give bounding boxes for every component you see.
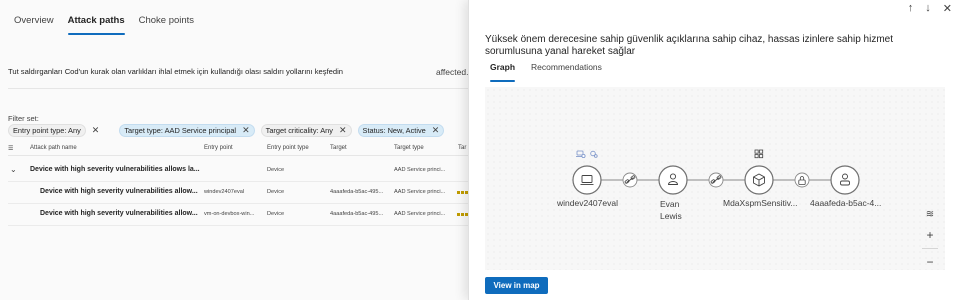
link-icon[interactable] — [622, 172, 638, 188]
filter-chips: Entry point type: Any ✕ Target type: AAD… — [8, 124, 445, 137]
page-description: Tut saldırganları Cod'un kurak olan varl… — [8, 67, 344, 76]
cell-target-type: AAD Service princi... — [394, 167, 446, 173]
filter-chip-status[interactable]: Status: New, Active ✕ — [357, 124, 445, 137]
zoom-in-button[interactable]: + — [922, 228, 938, 242]
chevron-down-icon[interactable]: ⌄ — [10, 165, 17, 174]
filter-set-label: Filter set: — [8, 114, 39, 123]
filter-chip-label: Status: New, Active — [362, 126, 426, 135]
divider — [8, 88, 468, 89]
graph-canvas — [572, 149, 860, 195]
vulnerability-badge-icon[interactable] — [576, 150, 586, 159]
close-icon[interactable]: ✕ — [242, 126, 250, 135]
cell-path-name: Device with high severity vulnerabilitie… — [40, 188, 198, 195]
tab-overview[interactable]: Overview — [14, 15, 54, 35]
column-header[interactable]: Tar — [458, 145, 466, 151]
table-group-row[interactable]: ⌄ Device with high severity vulnerabilit… — [8, 160, 468, 182]
arrow-up-icon[interactable]: ↑ — [908, 2, 914, 15]
tab-attack-paths[interactable]: Attack paths — [67, 15, 125, 35]
tab-choke-points[interactable]: Choke points — [139, 15, 194, 35]
attack-path-graph[interactable]: windev2407eval Evan Lewis MdaXspmSensiti… — [485, 87, 945, 270]
close-icon[interactable]: ✕ — [92, 124, 100, 137]
group-name: Device with high severity vulnerabilitie… — [30, 166, 200, 173]
layers-icon[interactable]: ≋ — [922, 208, 938, 222]
panel-title: Yüksek önem derecesine sahip güvenlik aç… — [485, 34, 893, 57]
link-icon[interactable] — [708, 172, 724, 188]
tab-graph[interactable]: Graph — [490, 62, 516, 82]
panel-tabs: Graph Recommendations — [490, 62, 602, 82]
graph-node-service-principal[interactable] — [830, 165, 860, 195]
cell-entry-point: windev2407eval — [204, 189, 245, 195]
filter-chip-target-criticality[interactable]: Target criticality: Any ✕ — [260, 124, 352, 137]
column-header[interactable]: Entry point type — [267, 145, 309, 151]
close-icon[interactable]: ✕ — [943, 2, 952, 15]
cell-target: 4aaafeda-b5ac-495... — [330, 189, 384, 195]
cell-path-name: Device with high severity vulnerabilitie… — [40, 210, 198, 217]
attack-path-detail-panel: ↑ ↓ ✕ Yüksek önem derecesine sahip güven… — [468, 0, 960, 300]
cell-entry-point: vm-on-devbox-win... — [204, 211, 255, 217]
filter-chip-target-type[interactable]: Target type: AAD Service principal ✕ — [119, 124, 255, 137]
cell-target: 4aaafeda-b5ac-495... — [330, 211, 384, 217]
column-header[interactable]: Attack path name — [30, 145, 77, 151]
graph-node-device[interactable] — [572, 165, 602, 195]
arrow-down-icon[interactable]: ↓ — [925, 2, 931, 15]
node-label: Evan Lewis — [660, 199, 682, 221]
cell-entry-type: Device — [267, 189, 285, 195]
table-row[interactable]: Device with high severity vulnerabilitie… — [8, 182, 468, 204]
page-tabs: Overview Attack paths Choke points — [14, 15, 194, 35]
criticality-indicator — [457, 213, 468, 216]
criticality-indicator — [457, 191, 468, 194]
attack-paths-page: Overview Attack paths Choke points Tut s… — [0, 0, 468, 300]
panel-controls: ↑ ↓ ✕ — [908, 2, 952, 15]
node-label: windev2407eval — [557, 198, 618, 208]
column-header[interactable]: Entry point — [204, 145, 233, 151]
filter-chip-label: Entry point type: Any — [13, 126, 81, 135]
close-icon[interactable]: ✕ — [432, 126, 440, 135]
close-icon[interactable]: ✕ — [339, 126, 347, 135]
node-label: MdaXspmSensitiv... — [723, 198, 798, 208]
lock-icon[interactable] — [794, 172, 810, 188]
filter-chip-entry-point-type[interactable]: Entry point type: Any — [8, 124, 86, 137]
table-header: ☰ Attack path name Entry point Entry poi… — [8, 142, 468, 156]
list-icon[interactable]: ☰ — [8, 145, 13, 152]
view-in-map-button[interactable]: View in map — [485, 277, 548, 294]
graph-node-user[interactable] — [658, 165, 688, 195]
cell-entry-type: Device — [267, 211, 285, 217]
filter-chip-label: Target type: AAD Service principal — [124, 126, 237, 135]
zoom-controls: ≋ + − — [922, 208, 938, 269]
column-header[interactable]: Target — [330, 145, 347, 151]
cell-target-type: AAD Service princi... — [394, 189, 446, 195]
graph-node-resource[interactable] — [744, 165, 774, 195]
grid-badge-icon[interactable] — [754, 149, 764, 159]
column-header[interactable]: Target type — [394, 145, 424, 151]
node-label: 4aaafeda-b5ac-4... — [810, 198, 882, 208]
tab-recommendations[interactable]: Recommendations — [531, 62, 602, 82]
cell-entry-type: Device — [267, 167, 285, 173]
exposure-badge-icon[interactable] — [590, 150, 598, 158]
table-row[interactable]: Device with high severity vulnerabilitie… — [8, 204, 468, 226]
filter-chip-label: Target criticality: Any — [265, 126, 333, 135]
affected-text: affected. — [436, 67, 468, 77]
cell-target-type: AAD Service princi... — [394, 211, 446, 217]
zoom-out-button[interactable]: − — [922, 255, 938, 269]
divider — [922, 248, 938, 249]
